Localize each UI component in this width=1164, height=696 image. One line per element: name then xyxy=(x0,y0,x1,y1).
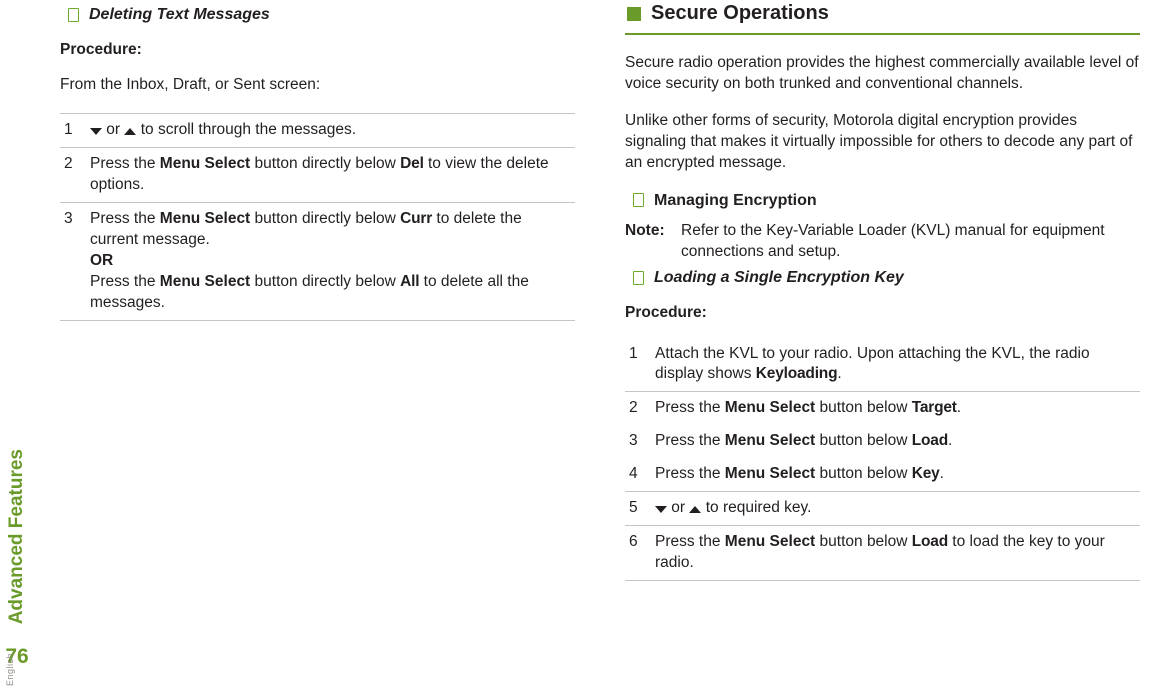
step-body: Press the Menu Select button directly be… xyxy=(90,154,575,196)
ui-del: Del xyxy=(400,155,424,172)
major-heading: Secure Operations xyxy=(625,0,1140,27)
ui-load: Load xyxy=(912,533,948,550)
step-number: 4 xyxy=(625,464,655,485)
step-number: 2 xyxy=(60,154,90,196)
step-number: 5 xyxy=(625,498,655,519)
paragraph: Secure radio operation provides the high… xyxy=(625,53,1140,95)
left-margin: Advanced Features 76 xyxy=(3,340,31,696)
subheading-text: Managing Encryption xyxy=(654,190,817,212)
left-steps: 1 or to scroll through the messages. 2 P… xyxy=(60,113,575,320)
major-heading-text: Secure Operations xyxy=(651,0,829,27)
language-label: English xyxy=(4,653,16,686)
paragraph: Unlike other forms of security, Motorola… xyxy=(625,111,1140,174)
procedure-label: Procedure: xyxy=(625,303,1140,324)
step-3: 3 Press the Menu Select button directly … xyxy=(60,202,575,321)
step-number: 1 xyxy=(60,120,90,141)
document-icon xyxy=(68,8,79,22)
menu-select-label: Menu Select xyxy=(725,432,815,449)
step-number: 2 xyxy=(625,398,655,419)
step-4: 4 Press the Menu Select button below Key… xyxy=(625,458,1140,492)
procedure-label: Procedure: xyxy=(60,40,575,61)
step-1: 1 or to scroll through the messages. xyxy=(60,113,575,148)
menu-select-label: Menu Select xyxy=(160,273,250,290)
step-body: Press the Menu Select button below Load … xyxy=(655,532,1140,574)
menu-select-label: Menu Select xyxy=(725,399,815,416)
step-2: 2 Press the Menu Select button directly … xyxy=(60,148,575,202)
subheading-loading: Loading a Single Encryption Key xyxy=(633,267,1140,289)
ui-load: Load xyxy=(912,432,948,449)
document-icon xyxy=(633,193,644,207)
step-body: Press the Menu Select button directly be… xyxy=(90,209,575,314)
subheading-text: Deleting Text Messages xyxy=(89,4,270,26)
subheading-text: Loading a Single Encryption Key xyxy=(654,267,904,289)
menu-select-label: Menu Select xyxy=(160,210,250,227)
step-body: Attach the KVL to your radio. Upon attac… xyxy=(655,344,1140,386)
square-bullet-icon xyxy=(627,7,641,21)
menu-select-label: Menu Select xyxy=(160,155,250,172)
menu-select-label: Menu Select xyxy=(725,465,815,482)
right-column: Secure Operations Secure radio operation… xyxy=(625,0,1140,581)
step-body: or to scroll through the messages. xyxy=(90,120,575,141)
subheading-deleting: Deleting Text Messages xyxy=(68,4,575,26)
step-number: 1 xyxy=(625,344,655,386)
step-body: Press the Menu Select button below Load. xyxy=(655,431,1140,452)
page: Advanced Features 76 English Deleting Te… xyxy=(0,0,1164,696)
document-icon xyxy=(633,271,644,285)
ui-all: All xyxy=(400,273,419,290)
right-steps: 1 Attach the KVL to your radio. Upon att… xyxy=(625,338,1140,581)
ui-curr: Curr xyxy=(400,210,432,227)
step-body: Press the Menu Select button below Targe… xyxy=(655,398,1140,419)
ui-key: Key xyxy=(912,465,940,482)
step-number: 3 xyxy=(625,431,655,452)
procedure-intro: From the Inbox, Draft, or Sent screen: xyxy=(60,75,575,96)
arrow-down-icon xyxy=(90,128,102,135)
step-1: 1 Attach the KVL to your radio. Upon att… xyxy=(625,338,1140,393)
major-heading-rule xyxy=(625,33,1140,35)
step-number: 6 xyxy=(625,532,655,574)
arrow-up-icon xyxy=(689,506,701,513)
section-label: Advanced Features xyxy=(4,449,30,624)
step-body: Press the Menu Select button below Key. xyxy=(655,464,1140,485)
step-6: 6 Press the Menu Select button below Loa… xyxy=(625,526,1140,581)
step-body: or to required key. xyxy=(655,498,1140,519)
ui-keyloading: Keyloading xyxy=(756,365,838,382)
ui-target: Target xyxy=(912,399,957,416)
menu-select-label: Menu Select xyxy=(725,533,815,550)
note-label: Note: xyxy=(625,221,681,263)
left-column: Deleting Text Messages Procedure: From t… xyxy=(60,0,575,581)
step-3: 3 Press the Menu Select button below Loa… xyxy=(625,425,1140,458)
or-label: OR xyxy=(90,252,113,269)
step-number: 3 xyxy=(60,209,90,314)
step-5: 5 or to required key. xyxy=(625,492,1140,526)
note: Note: Refer to the Key-Variable Loader (… xyxy=(625,221,1140,263)
arrow-down-icon xyxy=(655,506,667,513)
note-body: Refer to the Key-Variable Loader (KVL) m… xyxy=(681,221,1140,263)
subheading-managing: Managing Encryption xyxy=(633,190,1140,212)
arrow-up-icon xyxy=(124,128,136,135)
step-2: 2 Press the Menu Select button below Tar… xyxy=(625,392,1140,425)
